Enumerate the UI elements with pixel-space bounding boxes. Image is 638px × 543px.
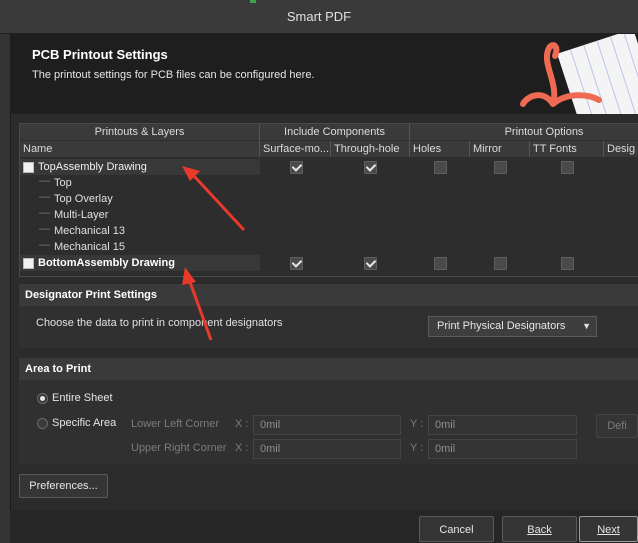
annotation-arrow-icon [182,166,246,232]
annotation-overlay [182,166,246,341]
annotation-arrow-icon [182,267,213,341]
